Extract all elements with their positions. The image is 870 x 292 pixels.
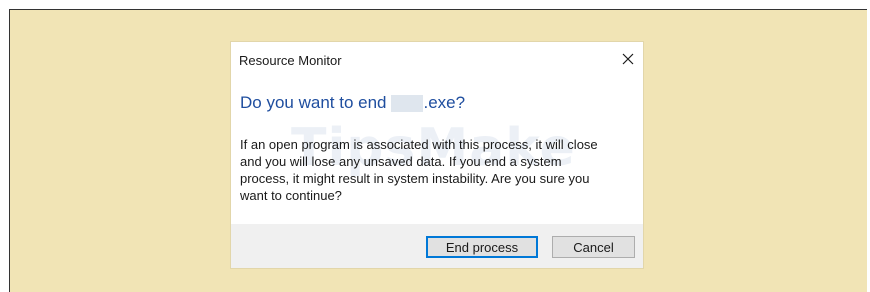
message-line: process, it might result in system insta…: [240, 171, 590, 186]
heading-suffix: .exe?: [423, 93, 466, 112]
redacted-process-name: [391, 94, 424, 112]
end-process-dialog: Resource Monitor Do you want to end .exe…: [231, 42, 643, 268]
dialog-heading: Do you want to end .exe?: [240, 93, 465, 113]
dialog-footer: End process Cancel: [231, 224, 643, 268]
heading-prefix: Do you want to end: [240, 93, 387, 112]
dialog-message: If an open program is associated with th…: [240, 136, 636, 204]
cancel-button[interactable]: Cancel: [552, 236, 635, 258]
close-button[interactable]: [613, 42, 643, 76]
end-process-button[interactable]: End process: [426, 236, 538, 258]
close-icon: [622, 53, 634, 65]
dialog-title: Resource Monitor: [239, 53, 342, 68]
message-line: If an open program is associated with th…: [240, 137, 598, 152]
message-line: want to continue?: [240, 188, 342, 203]
message-line: and you will lose any unsaved data. If y…: [240, 154, 562, 169]
